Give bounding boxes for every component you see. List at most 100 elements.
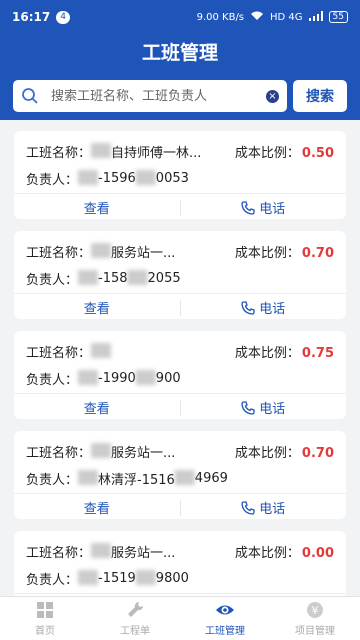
name-label: 工班名称： <box>26 245 92 261</box>
team-card: 工班名称： ▒▒ 服务站一... 成本比例： 0.70 负责人： ▒▒ -158 … <box>14 231 346 319</box>
search-button[interactable]: 搜索 <box>293 80 347 112</box>
card-actions: 查看 电话 <box>14 193 346 219</box>
ratio-value: 0.75 <box>301 345 334 361</box>
leader-value: -1990 <box>98 370 136 386</box>
name-label: 工班名称： <box>26 345 92 361</box>
status-time: 16:17 <box>12 10 51 24</box>
name-label: 工班名称： <box>26 445 92 461</box>
search-input[interactable] <box>51 88 266 104</box>
view-label: 查看 <box>83 402 110 417</box>
leader-redacted: ▒▒ <box>78 270 99 286</box>
ratio-group: 成本比例： 0.70 <box>235 442 334 461</box>
ratio-group: 成本比例： 0.75 <box>235 342 334 361</box>
card-row-leader: 负责人： ▒▒ -158 ▒▒ 2055 <box>14 263 346 293</box>
tab-projects[interactable]: ¥ 项目管理 <box>270 597 360 640</box>
name-label: 工班名称： <box>26 145 92 161</box>
tab-orders[interactable]: 工程单 <box>90 597 180 640</box>
ratio-group: 成本比例： 0.70 <box>235 242 334 261</box>
phone-redacted: ▒▒ <box>135 570 156 586</box>
phone-icon <box>241 300 255 315</box>
card-row-name: 工班名称： ▒▒ 成本比例： 0.75 <box>14 331 346 363</box>
leader-value: -1519 <box>98 570 136 586</box>
phone-redacted: ▒▒ <box>127 270 148 286</box>
phone-button[interactable]: 电话 <box>181 498 347 517</box>
leader-value: -158 <box>98 270 128 286</box>
tab-label: 首页 <box>35 626 55 637</box>
clear-icon[interactable]: × <box>266 89 279 103</box>
phone-redacted: ▒▒ <box>135 370 156 386</box>
grid-icon <box>37 602 53 618</box>
ratio-label: 成本比例： <box>234 345 300 361</box>
phone-button[interactable]: 电话 <box>181 398 347 417</box>
name-redacted: ▒▒ <box>91 243 112 259</box>
name-label: 工班名称： <box>26 545 92 561</box>
card-actions: 查看 电话 <box>14 393 346 419</box>
leader-value: -1596 <box>98 170 136 186</box>
ratio-value: 0.00 <box>301 545 334 561</box>
phone-icon <box>241 500 255 515</box>
phone-redacted: ▒▒ <box>174 470 195 486</box>
page-title: 工班管理 <box>141 42 218 64</box>
view-label: 查看 <box>83 202 110 217</box>
name-redacted: ▒▒ <box>91 343 112 359</box>
phone-icon <box>241 200 255 215</box>
leader-tail: 9800 <box>155 570 189 586</box>
card-row-leader: 负责人： ▒▒ -1596 ▒▒ 0053 <box>14 163 346 193</box>
yen-icon: ¥ <box>307 602 323 618</box>
wifi-icon <box>250 10 264 24</box>
leader-tail: 2055 <box>147 270 181 286</box>
search-row: × 搜索 <box>13 80 347 112</box>
name-redacted: ▒▒ <box>91 143 112 159</box>
view-label: 查看 <box>83 302 110 317</box>
tab-home[interactable]: 首页 <box>0 597 90 640</box>
ratio-group: 成本比例： 0.00 <box>235 542 334 561</box>
view-label: 查看 <box>83 502 110 517</box>
team-card: 工班名称： ▒▒ 服务站一... 成本比例： 0.70 负责人： ▒▒ 林清浮-1… <box>14 431 346 519</box>
network-type: HD 4G <box>270 11 303 23</box>
ratio-label: 成本比例： <box>234 145 300 161</box>
phone-label: 电话 <box>259 202 286 217</box>
battery-icon: 55 <box>328 11 348 23</box>
card-actions: 查看 电话 <box>14 293 346 319</box>
leader-label: 负责人： <box>26 472 79 488</box>
view-button[interactable]: 查看 <box>14 398 180 417</box>
card-actions: 查看 电话 <box>14 493 346 519</box>
ratio-label: 成本比例： <box>234 545 300 561</box>
card-row-name: 工班名称： ▒▒ 自持师傅一林... 成本比例： 0.50 <box>14 131 346 163</box>
card-row-name: 工班名称： ▒▒ 服务站一... 成本比例： 0.70 <box>14 231 346 263</box>
card-row-name: 工班名称： ▒▒ 服务站一... 成本比例： 0.70 <box>14 431 346 463</box>
team-name: 服务站一... <box>111 545 176 561</box>
leader-value: 林清浮-1516 <box>98 472 175 488</box>
card-row-leader: 负责人： ▒▒ -1519 ▒▒ 9800 <box>14 563 346 593</box>
view-button[interactable]: 查看 <box>14 198 180 217</box>
ratio-value: 0.50 <box>301 145 334 161</box>
wrench-icon <box>128 601 144 617</box>
leader-tail: 900 <box>155 370 181 386</box>
ratio-label: 成本比例： <box>234 445 300 461</box>
view-button[interactable]: 查看 <box>14 498 180 517</box>
team-name: 服务站一... <box>111 445 176 461</box>
name-redacted: ▒▒ <box>91 543 112 559</box>
team-card: 工班名称： ▒▒ 成本比例： 0.75 负责人： ▒▒ -1990 ▒▒ 900 … <box>14 331 346 419</box>
phone-button[interactable]: 电话 <box>181 298 347 317</box>
ratio-value: 0.70 <box>301 445 334 461</box>
team-name: 自持师傅一林... <box>111 145 202 161</box>
view-button[interactable]: 查看 <box>14 298 180 317</box>
status-right: 9.00 KB/s HD 4G 55 <box>197 10 348 24</box>
tab-team-manage[interactable]: 工班管理 <box>180 597 270 640</box>
ratio-label: 成本比例： <box>234 245 300 261</box>
tab-label: 工程单 <box>120 626 150 637</box>
phone-label: 电话 <box>259 402 286 417</box>
eye-icon <box>216 605 234 615</box>
leader-tail: 4969 <box>194 470 228 486</box>
phone-button[interactable]: 电话 <box>181 198 347 217</box>
phone-redacted: ▒▒ <box>135 170 156 186</box>
notification-badge: 4 <box>56 10 70 24</box>
leader-redacted: ▒▒ <box>78 370 99 386</box>
card-row-leader: 负责人： ▒▒ 林清浮-1516 ▒▒ 4969 <box>14 463 346 493</box>
leader-label: 负责人： <box>26 272 79 288</box>
leader-tail: 0053 <box>155 170 189 186</box>
search-box: × <box>13 80 287 112</box>
status-bar: 16:17 4 9.00 KB/s HD 4G 55 <box>0 0 360 34</box>
team-name: 服务站一... <box>111 245 176 261</box>
